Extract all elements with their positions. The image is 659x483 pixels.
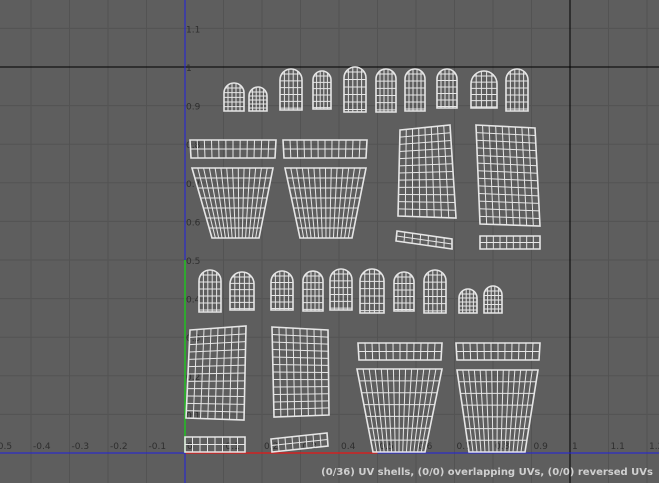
v-tick-label: 1.1 <box>186 25 200 35</box>
uv-shell <box>282 139 368 159</box>
uv-status-text: (0/36) UV shells, (0/0) overlapping UVs,… <box>321 467 653 478</box>
uv-shell <box>475 124 541 227</box>
uv-shell <box>356 368 443 453</box>
uv-shell <box>458 288 478 314</box>
uv-shell <box>248 86 268 112</box>
uv-shell <box>279 68 303 111</box>
u-tick-label: 0.9 <box>534 442 549 452</box>
uv-shell <box>393 271 415 312</box>
u-tick-label: -0.3 <box>72 442 90 452</box>
v-tick-label: 1 <box>186 64 192 74</box>
uv-shell <box>423 269 447 314</box>
u-tick-label: -0.4 <box>33 442 51 452</box>
uv-shell <box>190 167 274 239</box>
uv-grid-canvas[interactable]: -0.5-0.4-0.3-0.2-0.100.10.20.30.40.50.60… <box>0 0 659 483</box>
v-tick-label: 0.6 <box>186 218 201 228</box>
uv-shell <box>359 268 385 314</box>
uv-shell <box>229 271 255 311</box>
uv-shell <box>397 124 457 219</box>
uv-shell <box>284 167 367 239</box>
u-tick-label: -0.2 <box>110 442 128 452</box>
v-tick-label: 0.3 <box>186 334 200 344</box>
uv-shell <box>223 82 245 112</box>
uv-editor-viewport[interactable]: -0.5-0.4-0.3-0.2-0.100.10.20.30.40.50.60… <box>0 0 659 483</box>
u-tick-label: 1 <box>572 442 578 452</box>
uv-shell <box>357 342 443 361</box>
uv-shell <box>505 68 529 112</box>
uv-shell <box>198 269 222 313</box>
uv-shell <box>270 270 294 311</box>
u-tick-label: 0.4 <box>341 442 356 452</box>
uv-shell <box>312 70 332 110</box>
u-tick-label: 1.2 <box>649 442 659 452</box>
uv-shell <box>404 68 426 112</box>
v-tick-label: 0.9 <box>186 103 201 113</box>
uv-shell <box>455 342 541 361</box>
u-tick-label: -0.1 <box>149 442 167 452</box>
u-tick-label: -0.5 <box>0 442 12 452</box>
u-tick-label: 1.1 <box>611 442 625 452</box>
uv-shell <box>329 268 353 311</box>
uv-shell <box>456 369 539 453</box>
v-tick-label: 0.5 <box>186 257 200 267</box>
uv-shell <box>302 270 324 312</box>
uv-shell <box>395 230 453 250</box>
uv-shell <box>189 139 277 159</box>
v-tick-label: 0.8 <box>186 141 201 151</box>
uv-shell <box>270 432 329 453</box>
